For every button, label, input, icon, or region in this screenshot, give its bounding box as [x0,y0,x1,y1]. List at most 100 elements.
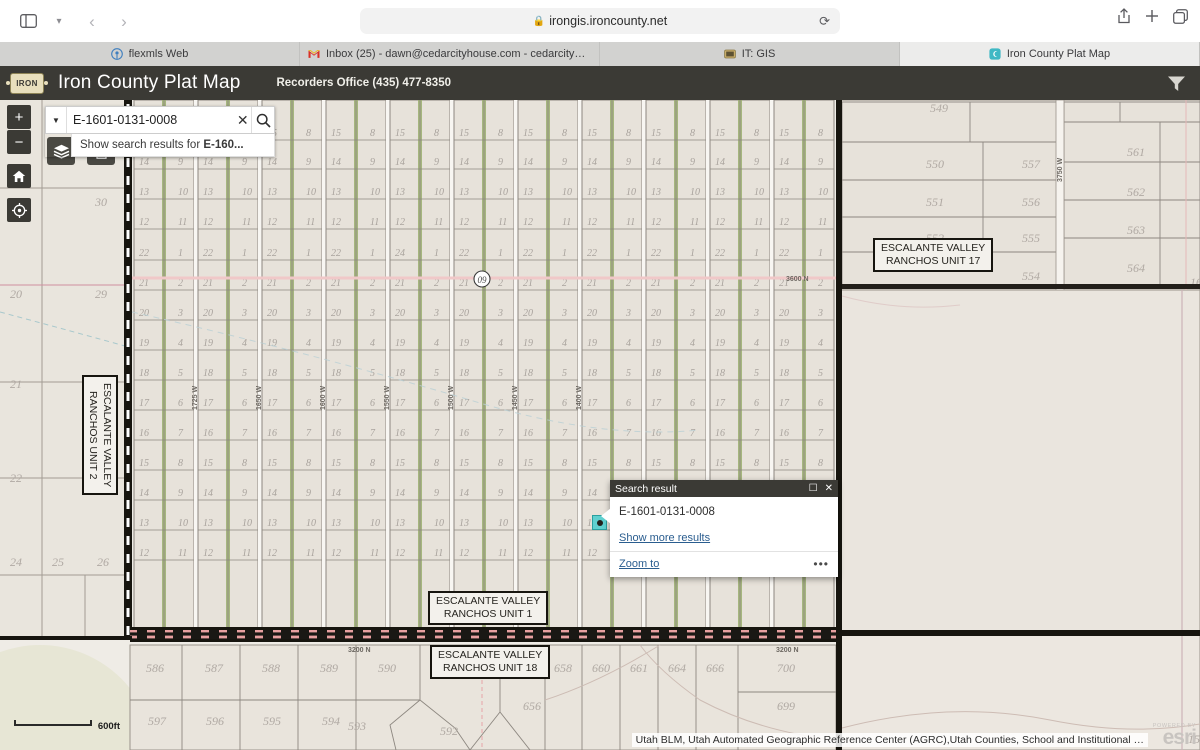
filter-icon[interactable] [1160,68,1192,98]
address-bar[interactable]: 🔒 irongis.ironcounty.net ⟳ [360,8,840,34]
svg-text:8: 8 [370,458,375,469]
svg-text:21: 21 [203,278,213,289]
svg-text:22: 22 [203,248,213,259]
svg-text:12: 12 [331,217,341,228]
esri-logo: POWERED BY esri [1153,723,1197,748]
browser-tab-gmail[interactable]: Inbox (25) - dawn@cedarcityhouse.com - c… [300,42,600,66]
svg-text:18: 18 [139,368,149,379]
svg-text:3750 W: 3750 W [1057,157,1064,182]
svg-text:15: 15 [779,128,789,139]
svg-text:18: 18 [715,368,725,379]
tab-label: Iron County Plat Map [1006,48,1111,60]
reload-icon[interactable]: ⟳ [819,15,830,28]
svg-text:16: 16 [779,428,789,439]
svg-text:13: 13 [523,187,533,198]
svg-text:11: 11 [306,217,315,228]
popup-header: Search result ☐ ✕ [610,480,838,497]
zoom-out-icon: − [14,133,24,151]
svg-text:8: 8 [562,458,567,469]
search-suggestion[interactable]: Show search results for E-160... [71,134,275,157]
svg-text:29: 29 [95,287,107,301]
svg-text:5: 5 [370,368,375,379]
svg-text:3600 N: 3600 N [786,276,809,283]
sidebar-toggle-icon[interactable] [14,8,42,34]
svg-text:6: 6 [818,398,823,409]
tabs-overview-icon[interactable] [1173,8,1188,29]
svg-text:10: 10 [754,187,764,198]
search-input[interactable] [66,113,234,127]
svg-text:557: 557 [1022,157,1041,171]
svg-text:17: 17 [203,398,214,409]
svg-text:551: 551 [926,195,944,209]
home-button[interactable] [7,164,31,188]
svg-text:10: 10 [498,518,508,529]
svg-text:20: 20 [10,287,22,301]
plat-label-line: RANCHOS UNIT 2 [87,390,99,480]
close-icon[interactable]: ✕ [825,483,833,494]
svg-text:22: 22 [139,248,149,259]
svg-text:9: 9 [498,488,503,499]
svg-text:16: 16 [203,428,213,439]
show-more-results-link[interactable]: Show more results [619,532,710,544]
svg-text:22: 22 [587,248,597,259]
svg-text:15: 15 [715,128,725,139]
svg-text:4: 4 [178,338,183,349]
svg-text:12: 12 [651,217,661,228]
svg-text:10: 10 [242,187,252,198]
search-icon[interactable] [251,107,274,133]
svg-text:12: 12 [331,548,341,559]
svg-text:6: 6 [242,398,247,409]
plat-label-unit-17: ESCALANTE VALLEY RANCHOS UNIT 17 [873,238,994,272]
svg-text:16: 16 [395,428,405,439]
app-header: IRON Iron County Plat Map Recorders Offi… [0,66,1200,100]
svg-text:13: 13 [587,187,597,198]
svg-text:11: 11 [562,217,571,228]
svg-text:15: 15 [587,128,597,139]
suggestion-prefix: Show search results for [80,139,204,151]
svg-text:22: 22 [779,248,789,259]
svg-text:14: 14 [523,157,533,168]
sidebar-dropdown-icon[interactable]: ▾ [46,8,74,34]
svg-text:2: 2 [818,278,823,289]
svg-text:10: 10 [178,187,188,198]
svg-text:3: 3 [177,308,183,319]
svg-text:15: 15 [267,458,277,469]
svg-text:3: 3 [305,308,311,319]
svg-text:3: 3 [689,308,695,319]
svg-text:10: 10 [498,187,508,198]
svg-text:590: 590 [378,661,396,675]
svg-text:1: 1 [434,248,439,259]
share-icon[interactable] [1117,8,1131,29]
maximize-icon[interactable]: ☐ [809,483,818,494]
forward-chevron-icon[interactable]: › [110,8,138,34]
zoom-to-link[interactable]: Zoom to [619,558,659,570]
lock-icon: 🔒 [532,15,546,27]
svg-text:15: 15 [139,458,149,469]
svg-text:4: 4 [370,338,375,349]
svg-text:13: 13 [331,187,341,198]
svg-text:17: 17 [331,398,342,409]
zoom-out-button[interactable]: − [7,130,31,154]
map-tools-column: + − [7,105,31,223]
svg-text:11: 11 [242,217,251,228]
svg-text:587: 587 [205,661,224,675]
browser-tab-it-gis[interactable]: IT: GIS [600,42,900,66]
locate-button[interactable] [7,198,31,222]
svg-text:17: 17 [139,398,150,409]
zoom-in-button[interactable]: + [7,105,31,129]
map-canvas[interactable]: 549 550 557 551 556 552 555 554 561 562 … [0,100,1200,750]
plus-icon[interactable] [1145,9,1159,28]
svg-text:586: 586 [146,661,164,675]
browser-tab-flexmls[interactable]: flexmls Web [0,42,300,66]
browser-tab-iron-county-plat-map[interactable]: Iron County Plat Map [900,42,1200,66]
svg-text:3200 N: 3200 N [348,647,371,654]
back-chevron-icon[interactable]: ‹ [78,8,106,34]
svg-text:8: 8 [178,458,183,469]
more-options-icon[interactable]: ••• [813,558,829,570]
svg-text:18: 18 [395,368,405,379]
svg-text:19: 19 [331,338,341,349]
svg-text:6: 6 [690,398,695,409]
chevron-down-icon[interactable]: ▼ [46,107,67,133]
popup-footer: Zoom to ••• [610,551,838,577]
clear-icon[interactable]: ✕ [234,112,252,129]
